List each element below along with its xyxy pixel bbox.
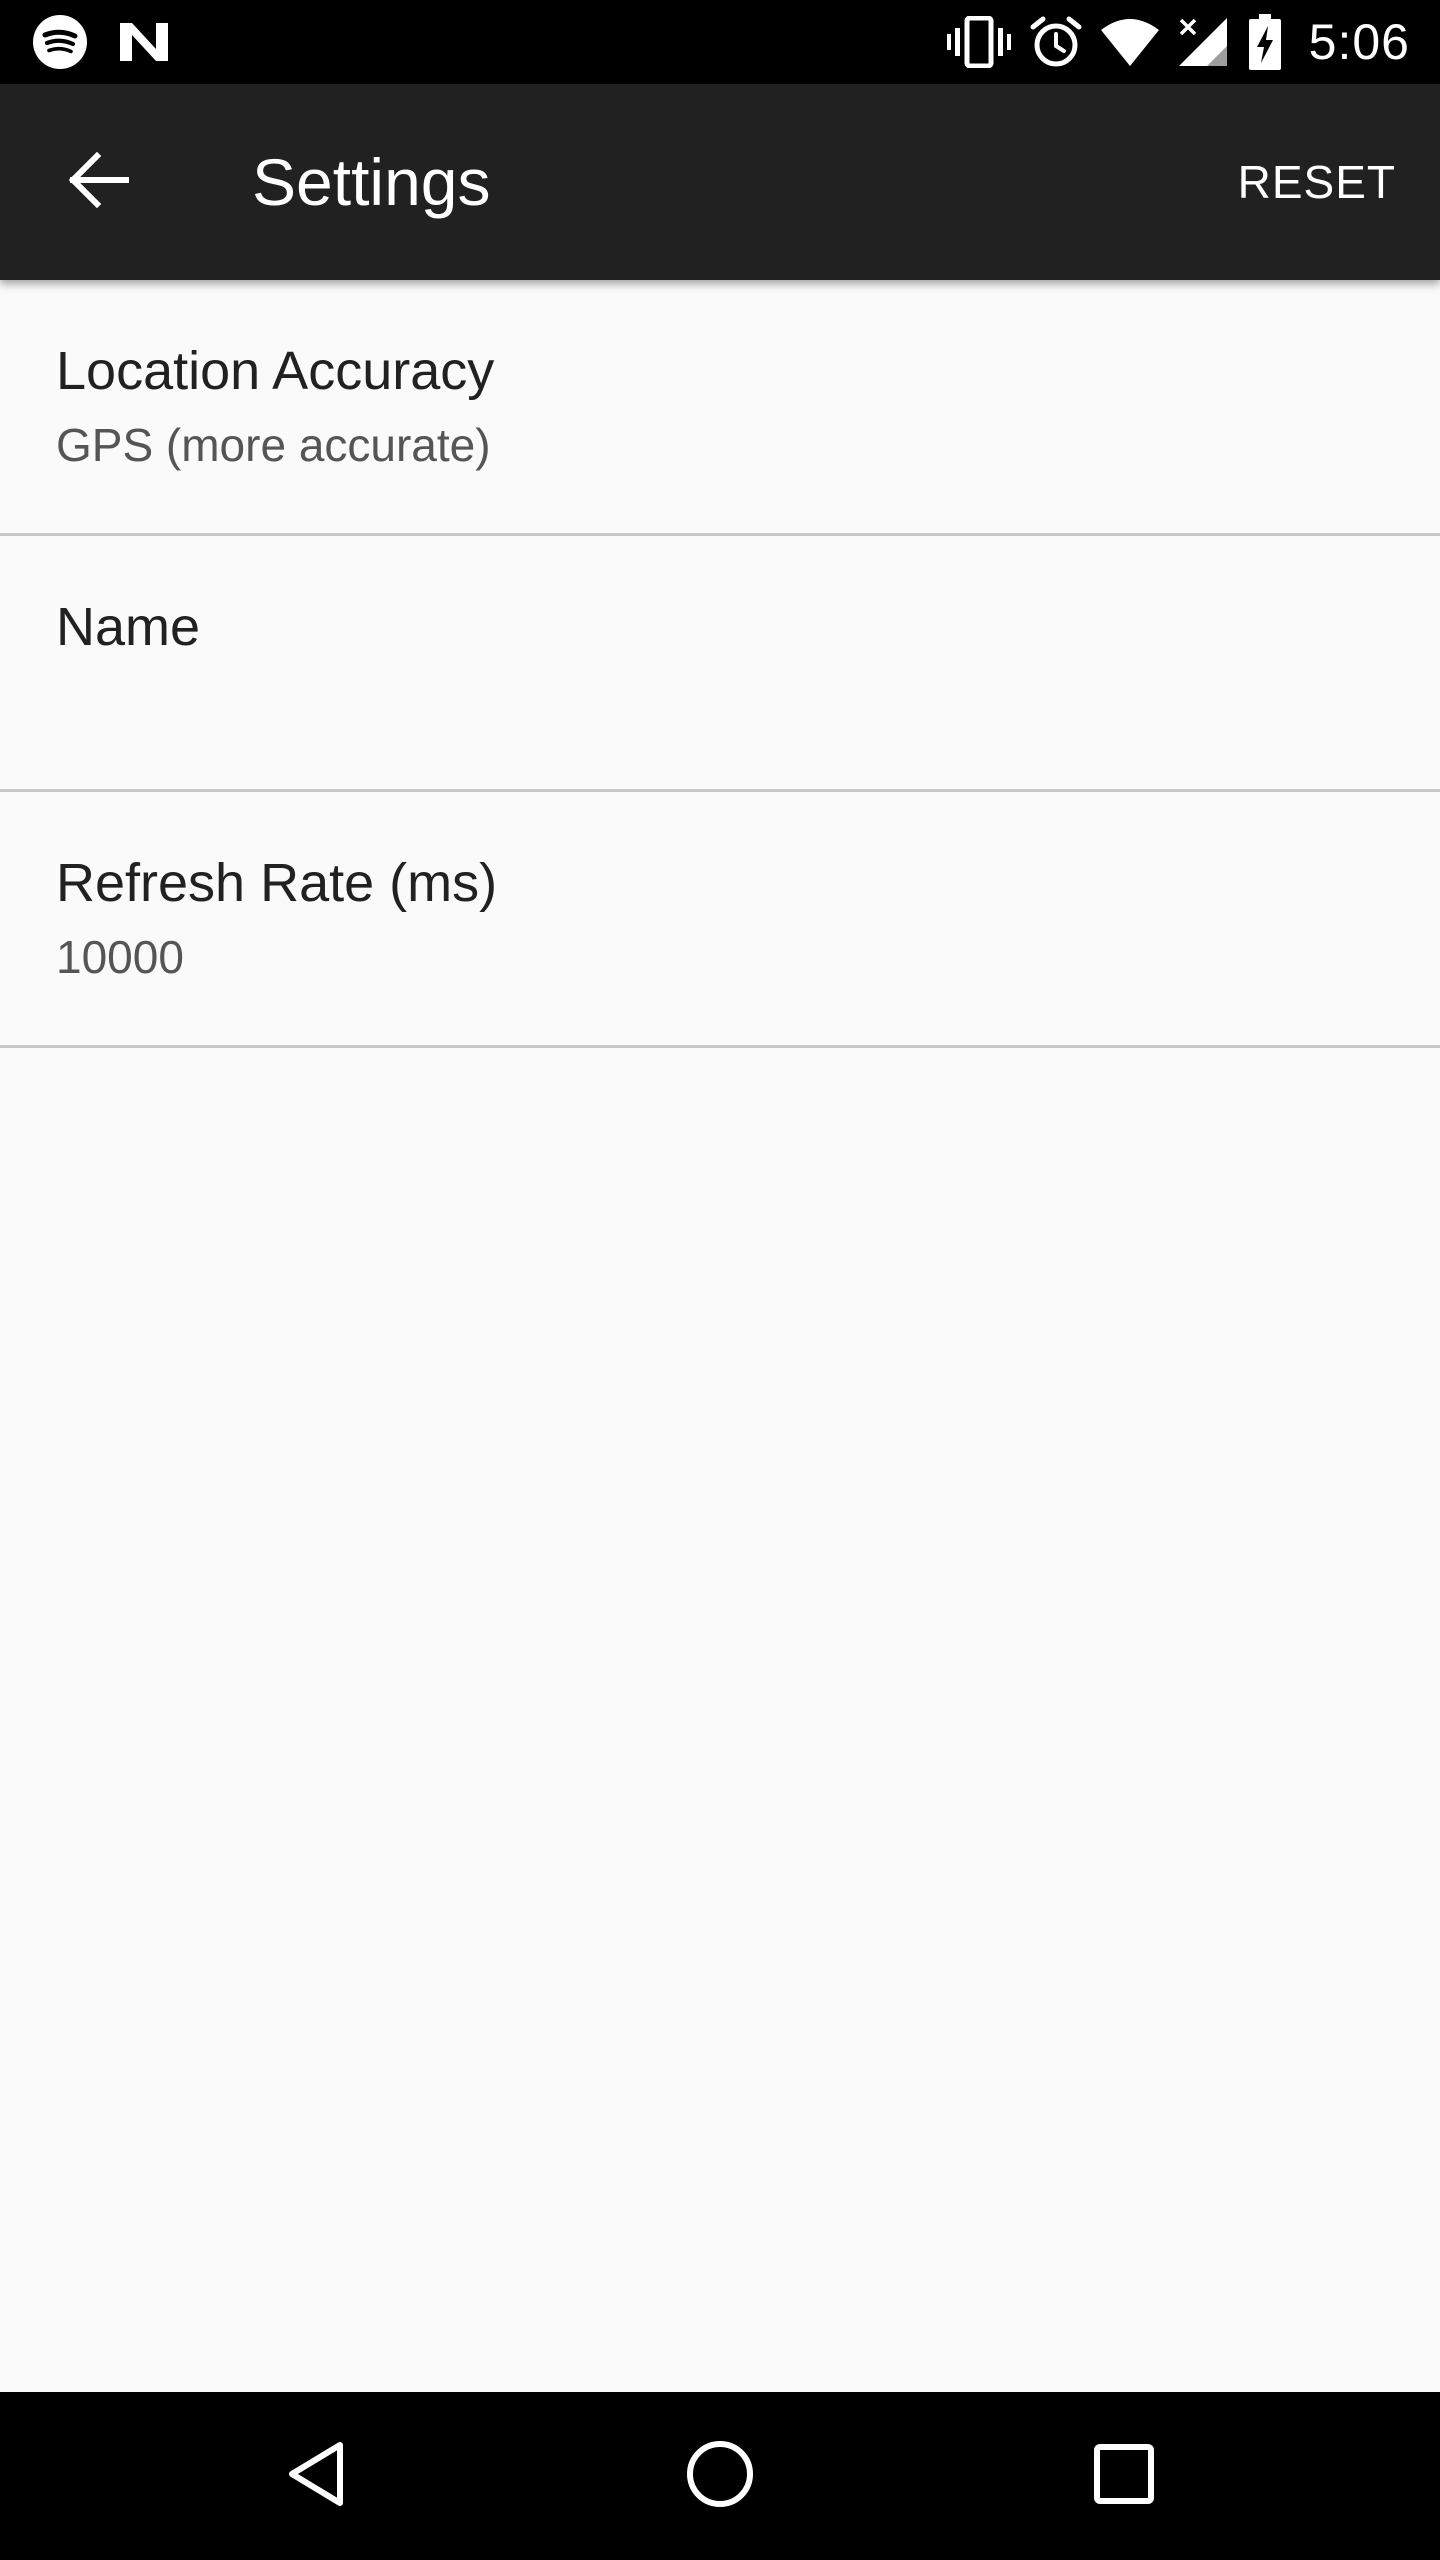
vibrate-icon bbox=[946, 16, 1011, 68]
pref-summary: GPS (more accurate) bbox=[56, 419, 491, 471]
nav-home-button[interactable] bbox=[670, 2426, 770, 2526]
pref-title: Refresh Rate (ms) bbox=[56, 853, 498, 913]
reset-button[interactable]: RESET bbox=[1234, 132, 1400, 232]
nav-back-button[interactable] bbox=[266, 2426, 366, 2526]
pref-title: Location Accuracy bbox=[56, 341, 495, 401]
status-right-icons: 5:06 bbox=[946, 12, 1410, 72]
app-bar: Settings RESET bbox=[0, 84, 1440, 280]
status-bar: 5:06 bbox=[0, 0, 1440, 84]
alarm-icon bbox=[1029, 15, 1083, 69]
pref-title: Name bbox=[56, 597, 201, 657]
navigation-bar bbox=[0, 2392, 1440, 2560]
page-title: Settings bbox=[252, 145, 491, 219]
spotify-icon bbox=[32, 14, 88, 70]
signal-icon bbox=[1177, 16, 1231, 68]
back-triangle-icon bbox=[286, 2440, 346, 2513]
nav-recents-button[interactable] bbox=[1074, 2426, 1174, 2526]
pref-location-accuracy[interactable]: Location Accuracy GPS (more accurate) bbox=[0, 280, 1440, 536]
pref-summary: 10000 bbox=[56, 931, 184, 983]
recents-square-icon bbox=[1093, 2443, 1155, 2510]
n-notification-icon bbox=[116, 19, 172, 65]
pref-refresh-rate[interactable]: Refresh Rate (ms) 10000 bbox=[0, 792, 1440, 1048]
back-button[interactable] bbox=[50, 134, 146, 230]
wifi-icon bbox=[1100, 18, 1159, 66]
home-circle-icon bbox=[685, 2439, 755, 2514]
arrow-back-icon bbox=[67, 151, 130, 213]
battery-charging-icon bbox=[1248, 14, 1281, 70]
settings-list: Location Accuracy GPS (more accurate) Na… bbox=[0, 280, 1440, 1048]
status-time: 5:06 bbox=[1308, 14, 1410, 70]
status-left-icons bbox=[32, 12, 172, 72]
pref-name[interactable]: Name bbox=[0, 536, 1440, 792]
